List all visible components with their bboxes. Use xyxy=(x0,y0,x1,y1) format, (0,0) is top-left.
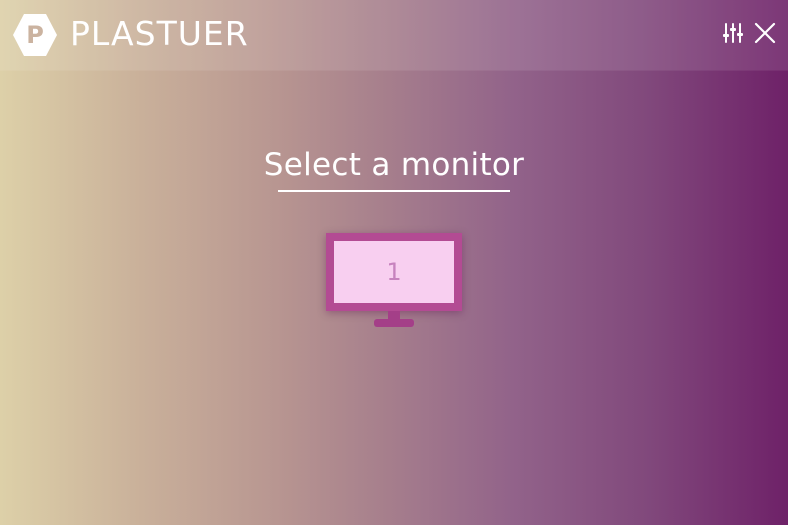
title-actions xyxy=(720,20,778,46)
app-window: P PLASTUER Select a monitor 1 xyxy=(0,0,788,525)
logo-letter: P xyxy=(26,21,44,49)
monitor-stand-base xyxy=(374,319,414,327)
app-logo-icon: P xyxy=(13,14,57,56)
sliders-icon xyxy=(723,23,743,43)
title-underline xyxy=(278,190,510,192)
monitor-frame: 1 xyxy=(326,233,462,311)
title-bar[interactable]: P PLASTUER xyxy=(0,0,788,70)
monitor-number: 1 xyxy=(334,241,454,303)
close-button[interactable] xyxy=(752,20,778,46)
settings-button[interactable] xyxy=(720,20,746,46)
page-title: Select a monitor xyxy=(263,147,525,183)
close-icon xyxy=(754,22,776,44)
app-title: PLASTUER xyxy=(70,14,249,53)
monitor-1-button[interactable]: 1 xyxy=(326,233,462,329)
